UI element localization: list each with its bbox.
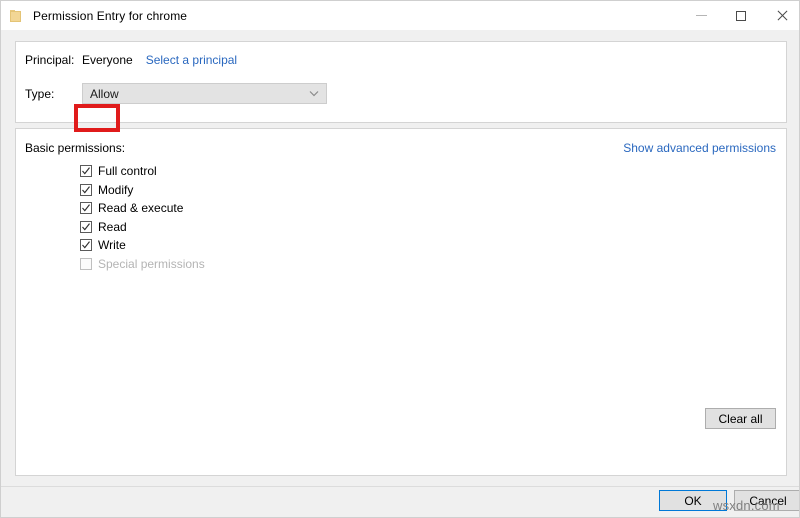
ok-button[interactable]: OK	[659, 490, 727, 511]
permission-label: Read & execute	[98, 201, 184, 216]
checkbox-write[interactable]	[80, 239, 92, 252]
dialog-body: Principal: Everyone Select a principal T…	[1, 30, 799, 517]
window-controls	[681, 1, 799, 30]
type-row: Type: Allow	[25, 83, 327, 104]
close-icon	[776, 10, 787, 21]
minimize-button[interactable]	[681, 1, 721, 30]
permission-label: Full control	[98, 164, 157, 179]
checkbox-read[interactable]	[80, 220, 92, 233]
type-dropdown-value: Allow	[90, 86, 119, 101]
permission-row-read-execute[interactable]: Read & execute	[80, 199, 205, 218]
permission-row-full-control[interactable]: Full control	[80, 162, 205, 181]
type-dropdown[interactable]: Allow	[82, 83, 327, 104]
folder-icon	[8, 8, 24, 24]
basic-permissions-label: Basic permissions:	[25, 141, 126, 155]
minimize-icon	[695, 15, 707, 16]
clear-all-button[interactable]: Clear all	[705, 408, 776, 429]
permissions-list: Full control Modify Read & execute Read …	[80, 162, 205, 273]
chevron-down-icon	[302, 84, 326, 103]
permission-row-special-permissions: Special permissions	[80, 255, 205, 274]
maximize-icon	[736, 10, 746, 21]
permission-label: Write	[98, 238, 126, 253]
maximize-button[interactable]	[721, 1, 761, 30]
checkbox-special-permissions	[80, 257, 92, 270]
principal-type-panel: Principal: Everyone Select a principal T…	[15, 41, 787, 123]
type-label: Type:	[25, 86, 55, 101]
checkbox-read-execute[interactable]	[80, 202, 92, 215]
permission-entry-dialog: Permission Entry for chrome Principal: E…	[0, 0, 800, 518]
permission-row-write[interactable]: Write	[80, 236, 205, 255]
show-advanced-permissions-link[interactable]: Show advanced permissions	[623, 141, 776, 155]
permission-row-read[interactable]: Read	[80, 218, 205, 237]
permission-row-modify[interactable]: Modify	[80, 181, 205, 200]
basic-permissions-panel: Basic permissions: Show advanced permiss…	[15, 128, 787, 476]
principal-value: Everyone	[82, 53, 133, 67]
cancel-button[interactable]: Cancel	[734, 490, 799, 511]
select-a-principal-link[interactable]: Select a principal	[146, 53, 237, 67]
permission-label: Modify	[98, 182, 134, 197]
window-title: Permission Entry for chrome	[33, 8, 188, 23]
checkbox-full-control[interactable]	[80, 165, 92, 178]
principal-row: Principal: Everyone Select a principal	[25, 53, 237, 67]
permission-label: Special permissions	[98, 256, 205, 271]
principal-label: Principal:	[25, 53, 75, 67]
checkbox-modify[interactable]	[80, 183, 92, 196]
close-button[interactable]	[761, 1, 799, 30]
permission-label: Read	[98, 219, 127, 234]
title-bar: Permission Entry for chrome	[1, 1, 799, 30]
